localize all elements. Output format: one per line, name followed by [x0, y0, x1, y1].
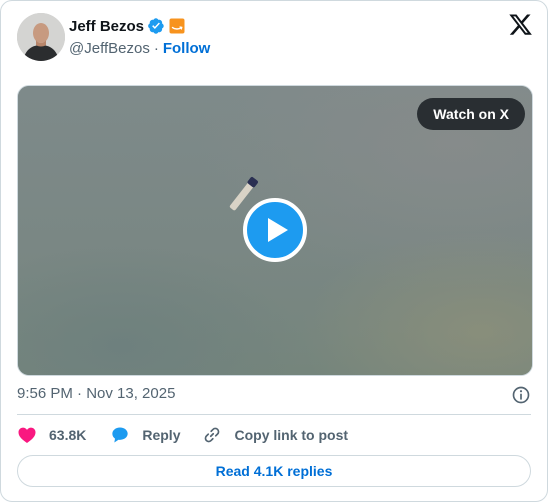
- reply-button[interactable]: Reply: [110, 425, 202, 445]
- heart-icon: [18, 427, 36, 443]
- video-player[interactable]: Watch on X: [17, 85, 533, 376]
- read-replies-button[interactable]: Read 4.1K replies: [17, 455, 531, 487]
- like-button[interactable]: 63.8K: [17, 425, 110, 445]
- like-count: 63.8K: [49, 427, 87, 443]
- link-icon: [205, 427, 220, 443]
- copy-link-button[interactable]: Copy link to post: [202, 425, 348, 445]
- action-bar: 63.8K Reply Copy link to post: [17, 423, 348, 447]
- reply-bubble-icon: [112, 427, 129, 443]
- watch-on-x-button[interactable]: Watch on X: [417, 98, 525, 130]
- author-handle[interactable]: @JeffBezos: [69, 40, 150, 57]
- avatar[interactable]: [17, 13, 65, 61]
- follow-button[interactable]: Follow: [163, 40, 211, 57]
- x-logo-icon[interactable]: [509, 14, 532, 35]
- embedded-post-card: Jeff Bezos @JeffBezos · Follow Watch on …: [0, 0, 548, 502]
- copy-link-label: Copy link to post: [234, 427, 349, 443]
- play-icon[interactable]: [243, 198, 307, 262]
- info-icon[interactable]: [511, 385, 531, 405]
- separator-dot: ·: [153, 39, 159, 57]
- amazon-affiliate-badge-icon: [169, 18, 185, 34]
- reply-label: Reply: [142, 427, 181, 443]
- verified-badge-icon: [148, 18, 164, 34]
- author-name[interactable]: Jeff Bezos: [69, 18, 144, 35]
- post-timestamp[interactable]: 9:56 PM · Nov 13, 2025: [17, 385, 175, 402]
- divider: [17, 414, 531, 415]
